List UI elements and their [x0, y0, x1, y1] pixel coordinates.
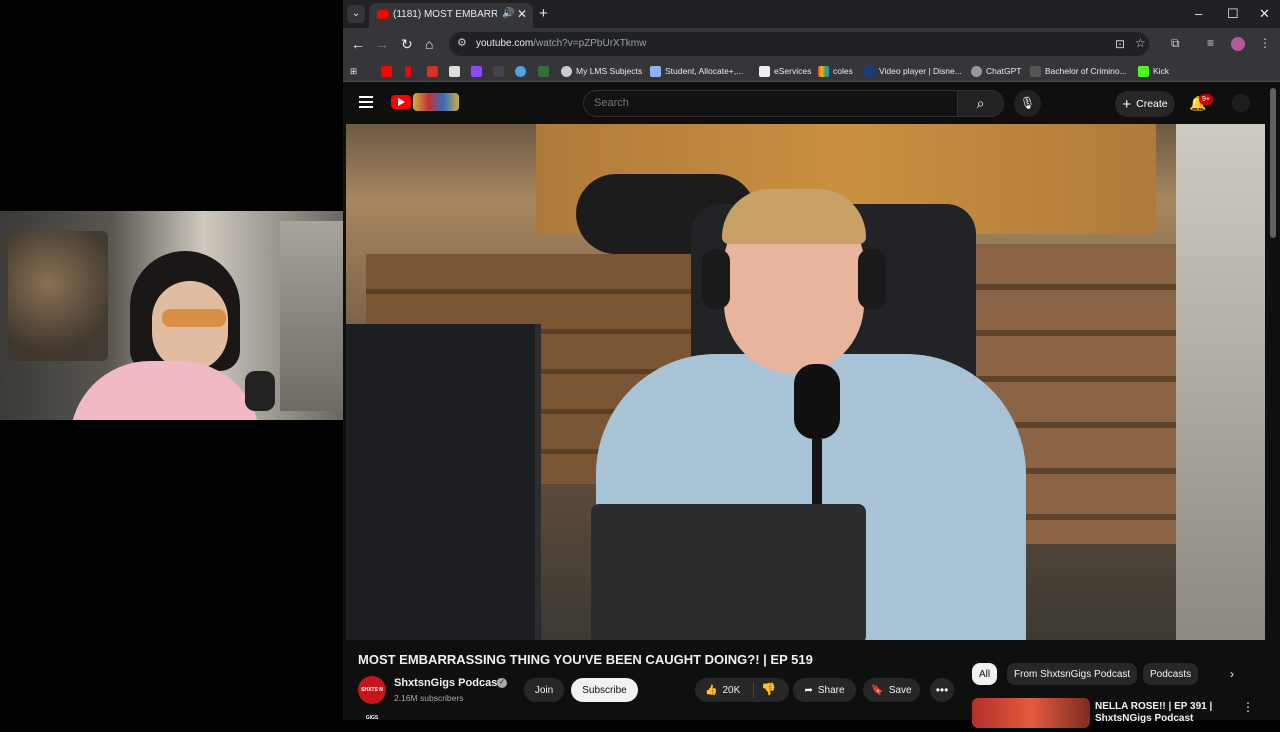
- active-tab[interactable]: (1181) MOST EMBARRASSI 🔊 ✕: [369, 3, 533, 28]
- thumbs-down-icon[interactable]: 👎: [761, 682, 776, 696]
- bookmark-icon-cloud[interactable]: [515, 64, 526, 78]
- close-tab-icon[interactable]: ✕: [517, 7, 527, 21]
- suggested-video-thumbnail[interactable]: [972, 698, 1090, 728]
- plus-icon: +: [1122, 95, 1132, 113]
- hamburger-menu-icon[interactable]: [359, 96, 373, 108]
- channel-name[interactable]: ShxtsnGigs Podcast: [394, 677, 501, 689]
- streamer-glasses: [162, 309, 226, 327]
- video-player[interactable]: [346, 124, 1265, 640]
- bookmark-icon-dark[interactable]: [493, 64, 504, 78]
- subscriber-count: 2.16M subscribers: [394, 693, 464, 703]
- close-window-icon[interactable]: ✕: [1259, 6, 1270, 22]
- bookmark-icon-youtube[interactable]: [381, 64, 392, 78]
- chip-all[interactable]: All: [972, 663, 998, 685]
- reload-icon[interactable]: ↻: [401, 36, 413, 53]
- thumbs-up-icon: 👍: [705, 684, 718, 696]
- bookmark-icon-white[interactable]: [449, 64, 460, 78]
- microphone-icon[interactable]: 🎙: [1014, 90, 1041, 117]
- tab-bar: ⌄ (1181) MOST EMBARRASSI 🔊 ✕ + – ☐ ✕: [343, 0, 1280, 28]
- install-icon[interactable]: ⊡: [1115, 37, 1125, 51]
- save-button[interactable]: 🔖 Save: [863, 678, 920, 702]
- tab-title: (1181) MOST EMBARRASSI: [393, 9, 497, 20]
- bookmark-lms[interactable]: My LMS Subjects: [561, 64, 642, 78]
- channel-avatar[interactable]: SHXTS N GIGS: [358, 676, 386, 721]
- video-monitor: [346, 324, 541, 640]
- bookmark-chatgpt[interactable]: ChatGPT: [971, 64, 1021, 78]
- notification-badge: 9+: [1199, 94, 1213, 105]
- bookmark-video-player[interactable]: Video player | Disne...: [864, 64, 962, 78]
- suggested-title-line1: NELLA ROSE!! | EP 391 |: [1095, 701, 1213, 712]
- video-title: MOST EMBARRASSING THING YOU'VE BEEN CAUG…: [358, 652, 813, 667]
- address-bar-row: ← → ↻ ⌂ ⚙ youtube.com/watch?v=pZPbUrXTkm…: [343, 28, 1280, 60]
- like-divider: [753, 682, 754, 698]
- apps-grid-icon[interactable]: ⊞: [350, 64, 357, 78]
- browser-menu-icon[interactable]: ⋮: [1259, 36, 1271, 50]
- bookmark-coles[interactable]: coles: [818, 64, 853, 78]
- create-button[interactable]: + Create: [1115, 91, 1175, 117]
- search-icon[interactable]: ⌕: [958, 90, 1004, 117]
- youtube-doodle-logo[interactable]: [413, 93, 459, 111]
- profile-avatar-icon[interactable]: [1231, 37, 1245, 51]
- subscribe-button[interactable]: Subscribe: [571, 678, 638, 702]
- video-headphone-left: [702, 249, 730, 309]
- bookmark-star-icon[interactable]: ☆: [1135, 36, 1146, 50]
- video-host-hair: [722, 189, 866, 244]
- bookmark-kick[interactable]: Kick: [1138, 64, 1169, 78]
- bookmark-icon-red[interactable]: [427, 64, 438, 78]
- bookmarks-bar: ⊞ My LMS Subjects Student, Allocate+,...…: [343, 60, 1280, 82]
- like-count: 20K: [722, 684, 741, 696]
- tab-search-dropdown-icon[interactable]: ⌄: [347, 5, 365, 23]
- video-shelf: [1176, 124, 1265, 640]
- site-info-icon[interactable]: ⚙: [457, 36, 467, 49]
- bookmark-bachelor[interactable]: Bachelor of Crimino...: [1030, 64, 1127, 78]
- media-control-icon[interactable]: ≡: [1207, 36, 1214, 50]
- maximize-icon[interactable]: ☐: [1227, 6, 1239, 22]
- youtube-logo[interactable]: [391, 95, 411, 109]
- bookmark-icon-netflix[interactable]: [405, 64, 411, 78]
- page-scrollbar[interactable]: [1270, 88, 1276, 238]
- join-button[interactable]: Join: [524, 678, 564, 702]
- chip-from-channel[interactable]: From ShxtsnGigs Podcast: [1007, 663, 1138, 685]
- share-arrow-icon: ➦: [804, 684, 813, 696]
- more-actions-icon[interactable]: •••: [930, 678, 954, 702]
- streamer-mic: [245, 371, 275, 411]
- webcam-overlay: [0, 211, 371, 420]
- suggested-video-title[interactable]: NELLA ROSE!! | EP 391 | ShxtsNGigs Podca…: [1095, 701, 1212, 725]
- chip-podcasts[interactable]: Podcasts: [1143, 663, 1199, 685]
- browser-window: ⌄ (1181) MOST EMBARRASSI 🔊 ✕ + – ☐ ✕ ← →…: [343, 0, 1280, 728]
- streamer-hoodie: [70, 361, 260, 420]
- bookmark-icon-green[interactable]: [538, 64, 549, 78]
- search-box[interactable]: [583, 90, 958, 117]
- forward-icon[interactable]: →: [375, 36, 389, 52]
- save-label: Save: [888, 684, 912, 696]
- bookmark-eservices[interactable]: eServices: [759, 64, 811, 78]
- verified-check-icon: ✓: [497, 678, 507, 688]
- create-label: Create: [1136, 98, 1168, 110]
- minimize-icon[interactable]: –: [1195, 6, 1202, 21]
- background-lamp: [8, 231, 108, 361]
- video-headphone-right: [858, 249, 886, 309]
- speaker-icon[interactable]: 🔊: [502, 8, 514, 19]
- url-text: youtube.com/watch?v=pZPbUrXTkmw: [476, 38, 647, 49]
- suggested-title-line2: ShxtsNGigs Podcast: [1095, 713, 1194, 724]
- bookmark-icon: 🔖: [871, 684, 884, 696]
- bookmark-student-allocate[interactable]: Student, Allocate+,...: [650, 64, 743, 78]
- video-laptop: [591, 504, 866, 640]
- bookmark-icon-twitch[interactable]: [471, 64, 482, 78]
- extensions-icon[interactable]: ⧉: [1171, 36, 1180, 51]
- share-button[interactable]: ➦ Share: [793, 678, 856, 702]
- share-label: Share: [817, 684, 845, 696]
- back-icon[interactable]: ←: [351, 36, 365, 52]
- account-avatar[interactable]: [1232, 94, 1250, 112]
- new-tab-icon[interactable]: +: [539, 5, 548, 22]
- search-input[interactable]: [594, 97, 934, 109]
- home-icon[interactable]: ⌂: [425, 36, 433, 52]
- video-microphone: [794, 364, 840, 439]
- youtube-favicon-icon: [377, 10, 389, 19]
- chevron-right-icon[interactable]: ›: [1230, 667, 1234, 681]
- omnibox[interactable]: ⚙ youtube.com/watch?v=pZPbUrXTkmw ⊡ ☆: [449, 32, 1149, 56]
- suggested-more-icon[interactable]: ⋮: [1242, 700, 1254, 714]
- youtube-header: ⌕ 🎙 +Create 🔔 9+: [343, 84, 1280, 124]
